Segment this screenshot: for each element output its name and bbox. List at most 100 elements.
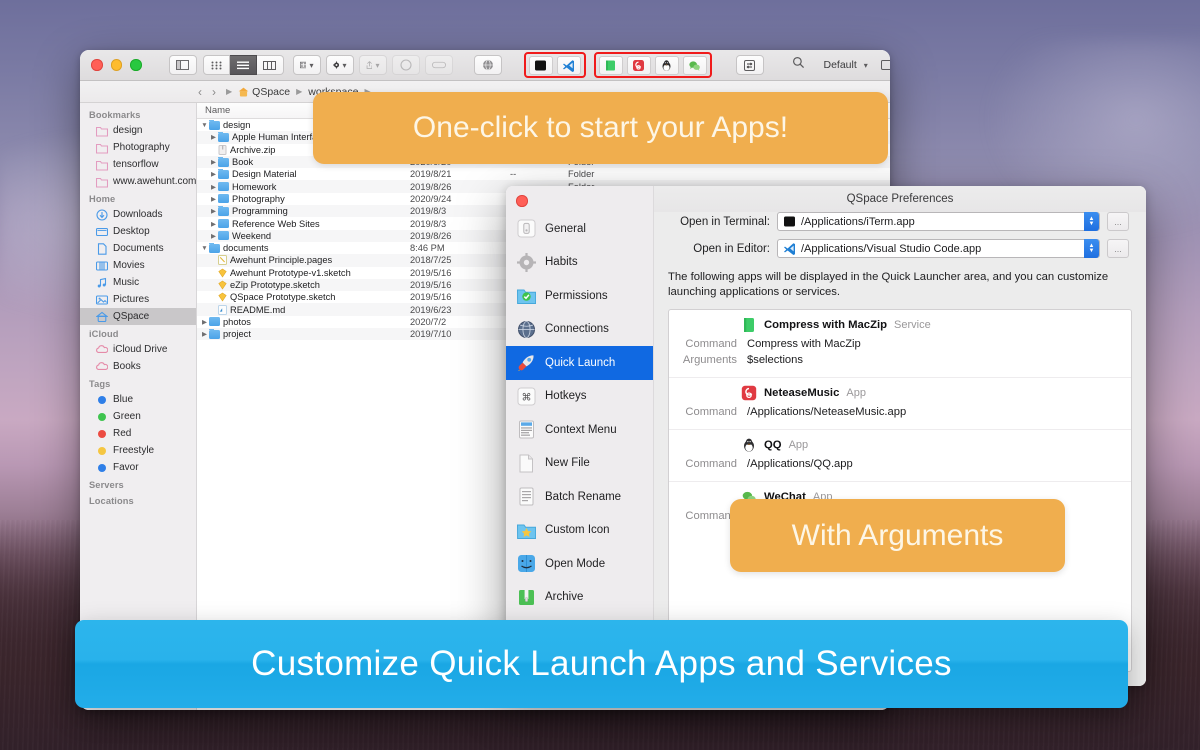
open-in-editor-browse-button[interactable]: ... [1107,239,1129,258]
list-item[interactable]: NeteaseMusic App Command/Applications/Nete… [669,378,1131,430]
share-button[interactable]: ▾ [358,55,387,75]
quick-launch-group-2[interactable] [593,52,712,78]
prefs-item-permissions[interactable]: Permissions [506,279,653,313]
group-by-button[interactable]: ▾ [292,55,321,75]
open-in-editor-stepper[interactable]: ▲ ▼ [1084,239,1099,258]
sidebar-item-freestyle[interactable]: Freestyle [80,442,196,459]
list-item[interactable]: Compress with MacZip Service Command Compre… [669,310,1131,378]
file-name-cell[interactable]: Awehunt Prototype-v1.sketch [197,268,402,278]
sidebar-item-tensorflow[interactable]: tensorflow [80,156,196,173]
file-name-cell[interactable]: QSpace Prototype.sketch [197,292,402,302]
file-name-cell[interactable]: ▼ documents [197,243,402,253]
sidebar-item-red[interactable]: Red [80,425,196,442]
disclosure-triangle-icon[interactable]: ▼ [200,245,209,252]
prefs-item-general[interactable]: General [506,212,653,246]
sidebar-item-pictures[interactable]: Pictures [80,291,196,308]
preferences-sidebar[interactable]: General Habits Permissions Connections Quick… [506,186,654,686]
disclosure-triangle-icon[interactable]: ▶ [200,330,209,338]
file-name-cell[interactable]: Awehunt Principle.pages [197,255,402,266]
sidebar-item-design[interactable]: design [80,122,196,139]
prefs-item-connections[interactable]: Connections [506,313,653,347]
prefs-item-batch-rename[interactable]: Batch Rename [506,480,653,514]
sidebar-item-favor[interactable]: Favor [80,459,196,476]
file-name-cell[interactable]: ▶ Design Material [197,169,402,179]
sidebar-item-movies[interactable]: Movies [80,257,196,274]
window-layout-stepper[interactable]: ⌃⌄ [880,58,890,72]
disclosure-triangle-icon[interactable]: ▶ [209,232,218,240]
table-row[interactable]: ▶ Design Material 2019/8/21 -- Folder [197,168,890,180]
quick-launch-app-qq[interactable] [654,55,679,75]
quick-launch-app-wechat[interactable] [682,55,707,75]
prefs-item-context-menu[interactable]: Context Menu [506,413,653,447]
search-button[interactable] [792,56,805,74]
disclosure-triangle-icon[interactable]: ▶ [209,207,218,215]
forward-button[interactable]: › [212,85,216,99]
sidebar-item-music[interactable]: Music [80,274,196,291]
open-in-editor-field[interactable]: /Applications/Visual Studio Code.app ▲ ▼ [777,239,1100,258]
quick-launch-group-1[interactable] [523,52,586,78]
toggle-sidebar-button[interactable] [168,55,197,75]
network-button[interactable] [473,55,502,75]
prefs-item-hotkeys[interactable]: ⌘ Hotkeys [506,380,653,414]
disclosure-triangle-icon[interactable]: ▼ [200,122,209,129]
icon-view-button[interactable] [202,55,230,75]
quick-launch-app-maczip[interactable] [598,55,623,75]
column-view-button[interactable] [256,55,284,75]
disclosure-triangle-icon[interactable]: ▶ [200,318,209,326]
file-name-cell[interactable]: ▶ Programming [197,206,402,216]
breadcrumb-item-qspace[interactable]: QSpace [238,86,290,98]
disclosure-triangle-icon[interactable]: ▶ [209,220,218,228]
view-mode-segmented-control[interactable] [202,55,284,75]
back-button[interactable]: ‹ [198,85,202,99]
sidebar-item-downloads[interactable]: Downloads [80,206,196,223]
disclosure-triangle-icon[interactable]: ▶ [209,183,218,191]
file-name-cell[interactable]: ▶ photos [197,316,402,327]
file-name-cell[interactable]: eZip Prototype.sketch [197,280,402,290]
quick-launch-app-neteasemusic[interactable] [626,55,651,75]
maximize-button[interactable] [130,59,142,71]
sidebar-item-desktop[interactable]: Desktop [80,223,196,240]
disclosure-triangle-icon[interactable]: ▶ [209,158,218,166]
finder-sidebar[interactable]: Bookmarks design Photography tensorflow www.… [80,103,197,710]
prefs-item-habits[interactable]: Habits [506,246,653,280]
view-preset-dropdown[interactable]: Default ▾ [824,59,868,71]
sidebar-item-www-awehunt-com[interactable]: www.awehunt.com [80,173,196,190]
quick-launch-app-iterm[interactable] [528,55,553,75]
preferences-close-button[interactable] [516,195,528,207]
sidebar-item-icloud-drive[interactable]: iCloud Drive [80,341,196,358]
minimize-button[interactable] [110,59,122,71]
close-button[interactable] [91,59,103,71]
settings-button[interactable]: ▾ [325,55,354,75]
list-item[interactable]: QQ App Command/Applications/QQ.app [669,430,1131,482]
sidebar-item-green[interactable]: Green [80,408,196,425]
file-name-cell[interactable]: ▶ Homework [197,181,402,192]
sync-button[interactable] [735,55,764,75]
list-view-button[interactable] [229,55,257,75]
sidebar-item-books[interactable]: Books [80,358,196,375]
prefs-item-custom-icon[interactable]: Custom Icon [506,514,653,548]
disclosure-triangle-icon[interactable]: ▶ [209,195,218,203]
open-in-terminal-stepper[interactable]: ▲ ▼ [1084,212,1099,231]
sidebar-item-documents[interactable]: Documents [80,240,196,257]
disclosure-triangle-icon[interactable]: ▶ [209,133,218,141]
file-name-cell[interactable]: ▶ Weekend [197,230,402,241]
file-name-cell[interactable]: README.md [197,304,402,315]
traffic-lights[interactable] [80,59,142,71]
open-in-terminal-field[interactable]: /Applications/iTerm.app ▲ ▼ [777,212,1100,231]
file-name-cell[interactable]: ▶ project [197,329,402,339]
prefs-item-archive[interactable]: Archive [506,581,653,615]
prefs-item-open-mode[interactable]: Open Mode [506,547,653,581]
tag-button[interactable] [391,55,420,75]
prefs-item-new-file[interactable]: New File [506,447,653,481]
quick-launch-app-list[interactable]: Compress with MacZip Service Command Compre… [668,309,1132,672]
label-button[interactable] [424,55,453,75]
sidebar-item-blue[interactable]: Blue [80,391,196,408]
navigation-arrows[interactable]: ‹ › [198,85,216,99]
open-in-terminal-browse-button[interactable]: ... [1107,212,1129,231]
disclosure-triangle-icon[interactable]: ▶ [209,170,218,178]
quick-launch-app-vscode[interactable] [556,55,581,75]
sidebar-item-qspace[interactable]: QSpace [80,308,196,325]
sidebar-item-photography[interactable]: Photography [80,139,196,156]
prefs-item-quick-launch[interactable]: Quick Launch [506,346,653,380]
file-name-cell[interactable]: ▶ Photography [197,193,402,204]
